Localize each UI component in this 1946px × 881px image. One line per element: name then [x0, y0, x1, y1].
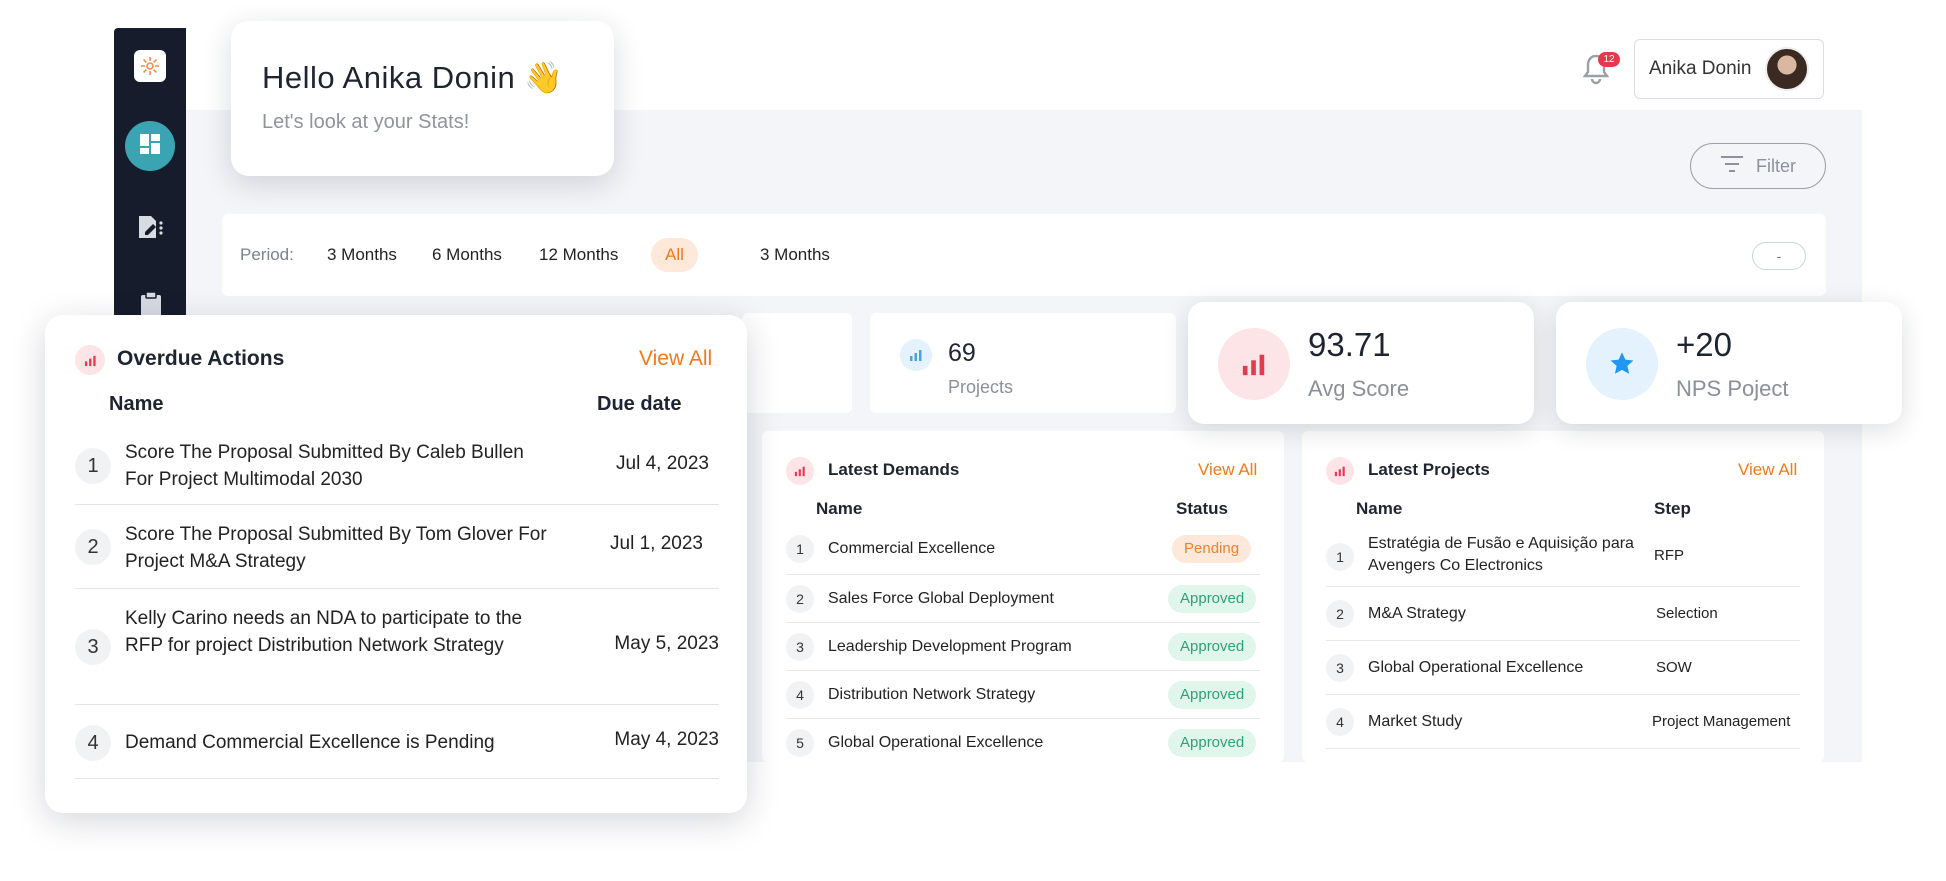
- demands-col-name: Name: [816, 499, 863, 518]
- table-row[interactable]: 1 Score The Proposal Submitted By Caleb …: [75, 427, 719, 505]
- demands-col-status: Status: [1176, 499, 1228, 518]
- period-selector: Period: 3 Months 6 Months 12 Months All …: [222, 214, 1826, 296]
- period-all[interactable]: All: [651, 238, 698, 272]
- status-badge: Approved: [1168, 729, 1257, 757]
- period-3-months-alt[interactable]: 3 Months: [746, 238, 844, 272]
- star-icon: [1586, 328, 1658, 400]
- period-3-months[interactable]: 3 Months: [313, 238, 411, 272]
- nps-label: NPS Poject: [1676, 376, 1789, 401]
- table-row[interactable]: 5 Global Operational Excellence Approved: [786, 719, 1260, 762]
- greeting-title: Hello Anika Donin 👋: [262, 60, 564, 95]
- table-row[interactable]: 4 Distribution Network Strategy Approved: [786, 671, 1260, 719]
- notification-badge: 12: [1598, 52, 1620, 67]
- table-row[interactable]: 3 Leadership Development Program Approve…: [786, 623, 1260, 671]
- period-12-months[interactable]: 12 Months: [525, 238, 632, 272]
- avg-score-value: 93.71: [1308, 326, 1391, 363]
- latest-projects-panel: Latest Projects View All Name Step 1 Est…: [1302, 431, 1824, 762]
- table-row[interactable]: 4 Market Study Project Management: [1326, 695, 1800, 749]
- chart-bars-icon: [1218, 328, 1290, 400]
- dashboard-icon: [138, 132, 162, 161]
- period-range[interactable]: -: [1752, 242, 1806, 270]
- table-row[interactable]: 4 Demand Commercial Excellence is Pendin…: [75, 705, 719, 779]
- stat-card-avg-score: 93.71 Avg Score: [1188, 302, 1534, 424]
- stat-card-nps: +20 NPS Poject: [1556, 302, 1902, 424]
- dashboard-screen: 12 Anika Donin Filter Period: 3 Months 6…: [0, 0, 1946, 881]
- projects-count: 69: [948, 339, 976, 367]
- filter-button[interactable]: Filter: [1690, 143, 1826, 189]
- table-row[interactable]: 3 Global Operational Excellence SOW: [1326, 641, 1800, 695]
- status-badge: Approved: [1168, 681, 1257, 709]
- table-row[interactable]: 2 Sales Force Global Deployment Approved: [786, 575, 1260, 623]
- avg-score-label: Avg Score: [1308, 376, 1410, 401]
- overdue-col-due: Due date: [597, 393, 682, 415]
- projects-label: Projects: [948, 377, 1014, 397]
- demands-view-all-link[interactable]: View All: [1198, 460, 1257, 480]
- table-row[interactable]: 3 Kelly Carino needs an NDA to participa…: [75, 589, 719, 705]
- chart-bars-icon: [786, 457, 814, 485]
- stat-card-projects: 69 Projects: [870, 313, 1176, 413]
- chart-bars-icon: [75, 345, 105, 375]
- stat-card-hidden: [742, 313, 852, 413]
- filter-icon: [1720, 155, 1744, 178]
- logo-icon[interactable]: [134, 50, 166, 82]
- table-row[interactable]: 1 Estratégia de Fusão e Aquisição para A…: [1326, 527, 1800, 587]
- status-badge: Approved: [1168, 585, 1257, 613]
- period-6-months[interactable]: 6 Months: [418, 238, 516, 272]
- projects-col-step: Step: [1654, 499, 1691, 518]
- bell-icon: [1581, 54, 1611, 90]
- filter-label: Filter: [1756, 155, 1796, 176]
- projects-col-name: Name: [1356, 499, 1403, 518]
- greeting-subtitle: Let's look at your Stats!: [262, 111, 470, 133]
- nps-value: +20: [1676, 326, 1732, 363]
- demands-title: Latest Demands: [828, 460, 960, 479]
- document-icon: [136, 214, 166, 245]
- nav-dashboard[interactable]: [125, 121, 175, 171]
- sidebar: [114, 28, 186, 328]
- user-name: Anika Donin: [1649, 58, 1752, 79]
- avatar: [1765, 47, 1809, 91]
- overdue-actions-card: Overdue Actions View All Name Due date 1…: [45, 315, 747, 813]
- overdue-title: Overdue Actions: [117, 347, 285, 370]
- latest-demands-panel: Latest Demands View All Name Status 1 Co…: [762, 431, 1284, 762]
- projects-title: Latest Projects: [1368, 460, 1490, 479]
- greeting-card: Hello Anika Donin 👋 Let's look at your S…: [231, 21, 614, 176]
- table-row[interactable]: 1 Commercial Excellence Pending: [786, 527, 1260, 575]
- status-badge: Approved: [1168, 633, 1257, 661]
- chart-bars-icon: [900, 339, 932, 371]
- overdue-col-name: Name: [109, 393, 164, 415]
- status-badge: Pending: [1172, 535, 1252, 563]
- table-row[interactable]: 2 Score The Proposal Submitted By Tom Gl…: [75, 505, 719, 589]
- user-menu[interactable]: Anika Donin: [1634, 39, 1824, 99]
- chart-bars-icon: [1326, 457, 1354, 485]
- period-label: Period:: [240, 245, 294, 264]
- nav-documents[interactable]: [136, 214, 166, 244]
- projects-view-all-link[interactable]: View All: [1738, 460, 1797, 480]
- table-row[interactable]: 2 M&A Strategy Selection: [1326, 587, 1800, 641]
- overdue-view-all-link[interactable]: View All: [639, 347, 712, 371]
